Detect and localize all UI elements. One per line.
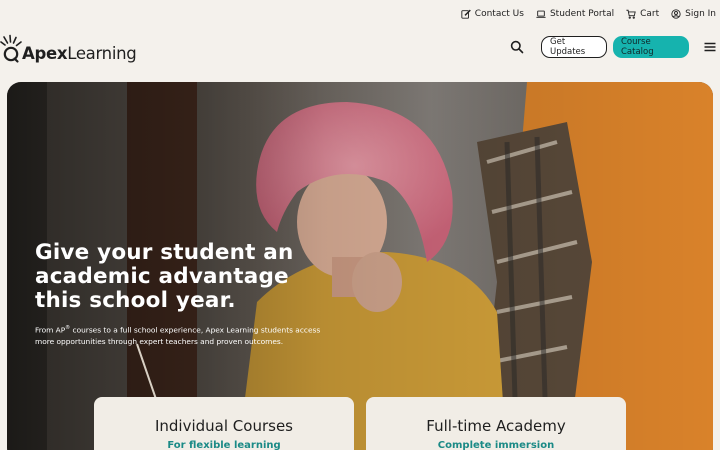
card-title: Full-time Academy xyxy=(426,417,566,435)
card-title: Individual Courses xyxy=(154,417,293,435)
hero-subtitle-pre: From AP xyxy=(35,325,66,335)
hero-banner: Give your student an academic advantage … xyxy=(7,82,713,450)
cart-link[interactable]: Cart xyxy=(626,9,659,19)
cart-label: Cart xyxy=(640,9,660,19)
full-time-academy-card[interactable]: Full-time Academy Complete immersion xyxy=(366,397,626,450)
student-portal-label: Student Portal xyxy=(549,9,615,19)
menu-icon[interactable] xyxy=(704,41,716,53)
card-subtitle: For flexible learning xyxy=(167,440,281,450)
hero-subtitle-post: courses to a full school experience, Ape… xyxy=(35,325,321,347)
search-icon[interactable] xyxy=(510,40,524,54)
hero-subtitle: From AP® courses to a full school experi… xyxy=(35,322,335,348)
user-icon xyxy=(671,9,681,19)
sign-in-label: Sign In xyxy=(685,9,716,19)
individual-courses-card[interactable]: Individual Courses For flexible learning xyxy=(94,397,354,450)
logo-mark xyxy=(0,34,22,63)
get-updates-button[interactable]: Get Updates xyxy=(541,36,607,58)
apex-learning-logo[interactable]: ApexLearning xyxy=(0,30,137,64)
header-actions: Get Updates Course Catalog xyxy=(510,36,716,58)
course-catalog-button[interactable]: Course Catalog xyxy=(613,36,689,58)
contact-us-label: Contact Us xyxy=(474,9,524,19)
logo-wordmark: ApexLearning xyxy=(22,43,137,63)
edit-icon xyxy=(461,9,471,19)
utility-nav: Contact Us Student Portal Cart Sign In xyxy=(461,9,716,19)
hero-title: Give your student an academic advantage … xyxy=(35,240,294,313)
cart-icon xyxy=(626,9,636,19)
logo-text-apex: Apex xyxy=(22,43,68,63)
sign-in-link[interactable]: Sign In xyxy=(671,9,716,19)
card-subtitle: Complete immersion xyxy=(437,440,555,450)
student-portal-link[interactable]: Student Portal xyxy=(536,9,614,19)
contact-us-link[interactable]: Contact Us xyxy=(461,9,524,19)
logo-text-learning: Learning xyxy=(67,43,137,63)
laptop-icon xyxy=(536,10,546,18)
